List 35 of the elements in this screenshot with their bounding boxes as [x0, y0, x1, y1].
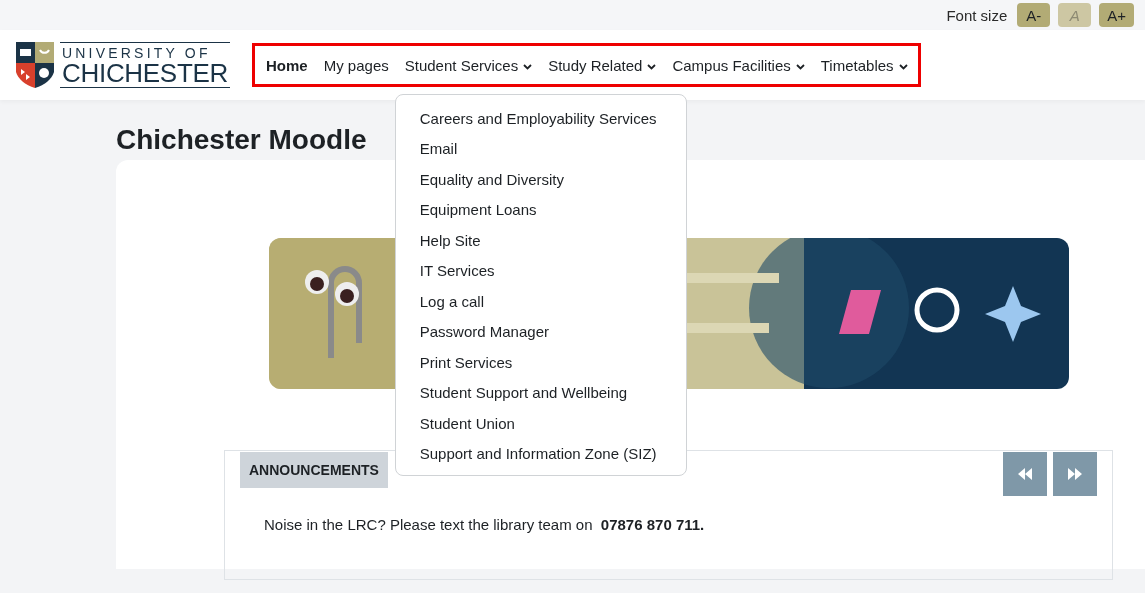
- logo-text: UNIVERSITY OF: [62, 44, 212, 60]
- nav-menu[interactable]: Student Services: [404, 56, 533, 74]
- menu-item[interactable]: Support and Information Zone (SIZ): [395, 439, 686, 470]
- chevron-down-icon: [523, 63, 533, 70]
- menu-item[interactable]: Careers and Employability Services: [395, 103, 686, 134]
- menu-item[interactable]: Student Union: [395, 408, 686, 439]
- page-title: Chichester Moodle: [116, 123, 367, 157]
- menu-item[interactable]: Equality and Diversity: [395, 164, 686, 195]
- menu-item[interactable]: Help Site: [395, 225, 686, 256]
- menu-item[interactable]: Log a call: [395, 286, 686, 317]
- nav-link[interactable]: Home: [266, 56, 308, 74]
- fast-forward-icon: [1068, 468, 1082, 480]
- rewind-icon: [1018, 468, 1032, 480]
- font-size-button[interactable]: A+: [1099, 3, 1134, 27]
- font-size-label: Font size: [946, 6, 1008, 24]
- next-button[interactable]: [1053, 452, 1097, 496]
- menu-item[interactable]: Student Support and Wellbeing: [395, 378, 686, 409]
- chevron-down-icon: [647, 63, 657, 70]
- chevron-down-icon: [795, 63, 805, 70]
- menu-item[interactable]: Equipment Loans: [395, 195, 686, 226]
- announcements-heading: ANNOUNCEMENTS: [240, 452, 388, 488]
- menu-item[interactable]: IT Services: [395, 256, 686, 287]
- nav-menu[interactable]: Study Related: [548, 56, 657, 74]
- crest-icon: [16, 42, 54, 88]
- nav-link[interactable]: My pages: [323, 56, 389, 74]
- announcement-text: Noise in the LRC? Please text the library team on 07876 870 711.: [264, 516, 706, 533]
- nav-menu[interactable]: Timetables: [820, 56, 908, 74]
- menu-item[interactable]: Email: [395, 134, 686, 165]
- font-size-button[interactable]: A-: [1017, 3, 1051, 27]
- chevron-down-icon: [898, 63, 908, 70]
- menu-item[interactable]: Print Services: [395, 347, 686, 378]
- menu-item[interactable]: Password Manager: [395, 317, 686, 348]
- previous-button[interactable]: [1003, 452, 1047, 496]
- nav-menu[interactable]: Campus Facilities: [672, 56, 805, 74]
- logo-text: CHICHESTER: [62, 60, 228, 87]
